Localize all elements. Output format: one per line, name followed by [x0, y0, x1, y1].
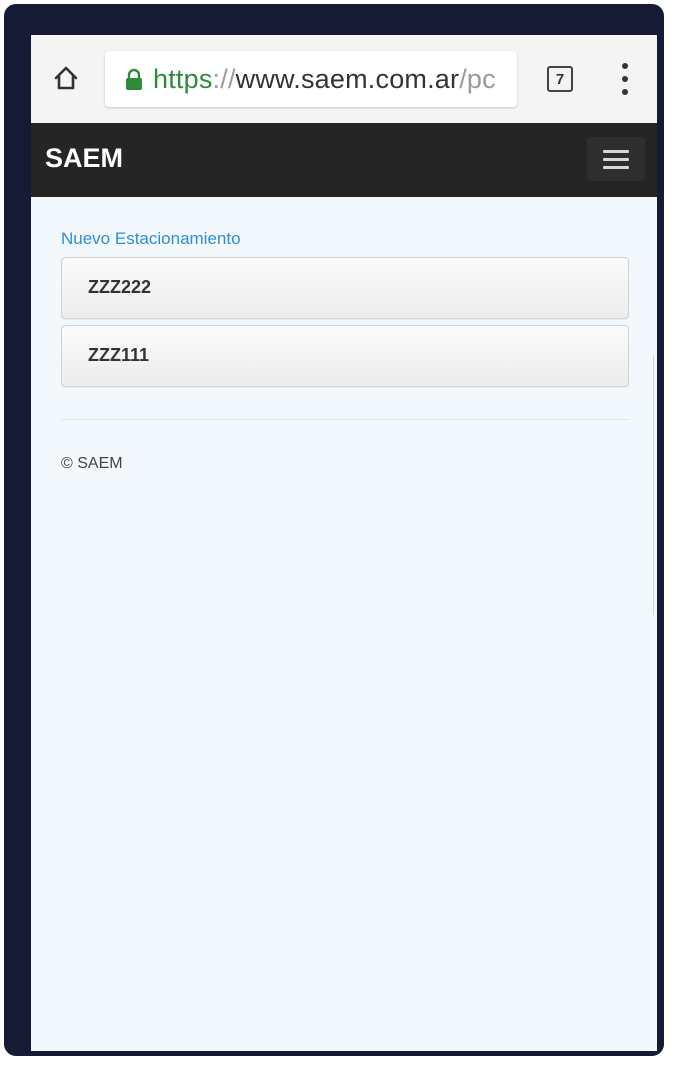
menu-dot	[622, 76, 628, 82]
device-frame: https://www.saem.com.ar/pc 7 SAEM Nuevo …	[4, 4, 664, 1056]
scroll-edge	[653, 355, 657, 615]
footer-copyright: © SAEM	[61, 455, 123, 472]
list-item-label: ZZZ111	[88, 345, 150, 365]
url-scheme: https	[153, 63, 213, 94]
hamburger-line	[603, 157, 629, 161]
tab-count: 7	[555, 70, 565, 88]
address-bar[interactable]: https://www.saem.com.ar/pc	[105, 51, 517, 107]
menu-dot	[622, 89, 628, 95]
browser-toolbar: https://www.saem.com.ar/pc 7	[31, 35, 657, 123]
home-button[interactable]	[51, 63, 81, 93]
app-navbar: SAEM	[31, 123, 657, 197]
phone-screen: https://www.saem.com.ar/pc 7 SAEM Nuevo …	[31, 35, 657, 1051]
list-item-label: ZZZ222	[88, 277, 152, 297]
menu-dot	[622, 63, 628, 69]
divider	[61, 419, 629, 420]
hamburger-icon[interactable]	[587, 137, 645, 181]
lock-icon	[126, 68, 142, 90]
brand-title[interactable]: SAEM	[45, 143, 123, 174]
url-host: www.saem.com.ar	[235, 63, 460, 94]
hamburger-line	[603, 149, 629, 153]
url-separator: ://	[212, 63, 236, 94]
list-item[interactable]: ZZZ111	[61, 325, 629, 387]
more-vert-icon[interactable]	[617, 63, 633, 95]
home-icon	[54, 66, 78, 90]
tab-switcher-button[interactable]: 7	[547, 66, 573, 92]
hamburger-line	[603, 165, 629, 169]
url-path: /pc	[459, 63, 496, 94]
list-item[interactable]: ZZZ222	[61, 257, 629, 319]
new-parking-link[interactable]: Nuevo Estacionamiento	[61, 229, 241, 249]
url-text: https://www.saem.com.ar/pc	[153, 64, 496, 95]
